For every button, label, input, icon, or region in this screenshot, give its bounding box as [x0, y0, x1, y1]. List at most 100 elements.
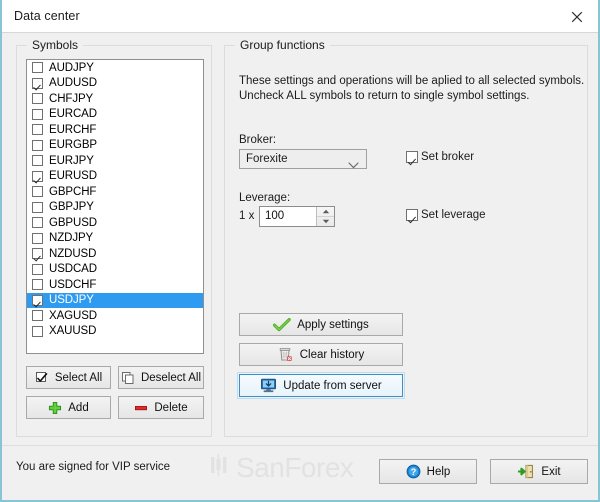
symbol-list-item[interactable]: EURGBP [27, 138, 203, 154]
set-broker-label: Set broker [421, 151, 475, 163]
deselect-all-button[interactable]: Deselect All [118, 366, 204, 389]
green-plus-icon [48, 401, 62, 415]
symbol-list-item[interactable]: EURCHF [27, 122, 203, 138]
group-functions-legend: Group functions [235, 38, 330, 52]
symbol-label: XAUUSD [49, 325, 97, 338]
symbol-label: AUDJPY [49, 61, 94, 74]
symbol-list-item[interactable]: USDCHF [27, 277, 203, 293]
symbol-checkbox[interactable] [32, 310, 43, 322]
symbols-panel: Symbols AUDJPY AUDUSD CHFJPY EURCAD EURCHF EU… [16, 38, 212, 437]
symbol-list-item[interactable]: GBPCHF [27, 184, 203, 200]
exit-button[interactable]: Exit [490, 459, 588, 484]
symbol-checkbox[interactable] [32, 294, 43, 306]
exit-door-icon [517, 464, 535, 479]
broker-select[interactable]: Forexite [239, 149, 367, 169]
clear-history-button[interactable]: Clear history [239, 343, 403, 366]
apply-settings-label: Apply settings [297, 318, 369, 331]
help-button[interactable]: ? Help [379, 459, 477, 484]
symbol-label: EURCHF [49, 123, 97, 136]
symbol-label: EURCAD [49, 108, 97, 121]
help-label: Help [426, 465, 451, 478]
symbol-list-item[interactable]: EURUSD [27, 169, 203, 185]
symbol-checkbox[interactable] [32, 201, 43, 213]
symbol-checkbox[interactable] [32, 325, 43, 337]
set-leverage-label: Set leverage [421, 209, 486, 221]
symbol-label: CHFJPY [49, 92, 94, 105]
symbols-panel-legend: Symbols [27, 38, 84, 52]
broker-selected-value: Forexite [246, 153, 288, 165]
apply-settings-button[interactable]: Apply settings [239, 313, 403, 336]
set-broker-checkbox[interactable]: Set broker [406, 151, 474, 163]
set-leverage-checkbox-box [406, 209, 418, 221]
checkbox-checked-icon [35, 371, 49, 385]
symbol-list-item[interactable]: XAUUSD [27, 324, 203, 340]
symbol-list-item[interactable]: USDJPY [27, 292, 203, 308]
symbol-checkbox[interactable] [32, 263, 43, 275]
symbol-label: USDCAD [49, 263, 97, 276]
description-line-2: Uncheck ALL symbols to return to single … [239, 90, 530, 102]
symbol-checkbox[interactable] [32, 124, 43, 136]
leverage-value: 100 [265, 210, 285, 222]
leverage-stepper[interactable]: 100 [259, 206, 335, 227]
caret-up-icon[interactable] [317, 207, 334, 217]
symbol-list-item[interactable]: USDCAD [27, 262, 203, 278]
symbol-list-item[interactable]: XAGUSD [27, 308, 203, 324]
symbol-checkbox[interactable] [32, 186, 43, 198]
symbol-label: NZDUSD [49, 247, 97, 260]
symbol-label: AUDUSD [49, 77, 97, 90]
add-button[interactable]: Add [26, 396, 111, 419]
symbol-checkbox[interactable] [32, 232, 43, 244]
svg-text:?: ? [410, 467, 416, 477]
symbol-label: EURUSD [49, 170, 97, 183]
monitor-download-icon [260, 378, 277, 393]
clear-history-label: Clear history [299, 348, 365, 361]
broker-label: Broker: [239, 134, 277, 146]
update-from-server-button[interactable]: Update from server [237, 372, 405, 399]
select-all-label: Select All [54, 371, 103, 384]
set-leverage-checkbox[interactable]: Set leverage [406, 209, 486, 221]
add-label: Add [68, 401, 89, 414]
symbol-checkbox[interactable] [32, 108, 43, 120]
symbol-list[interactable]: AUDJPY AUDUSD CHFJPY EURCAD EURCHF EURGBP EURJ… [26, 59, 204, 354]
symbol-checkbox[interactable] [32, 93, 43, 105]
select-all-button[interactable]: Select All [26, 366, 111, 389]
symbol-checkbox[interactable] [32, 170, 43, 182]
symbol-list-item[interactable]: EURCAD [27, 107, 203, 123]
trash-bin-icon [278, 347, 294, 362]
symbol-checkbox[interactable] [32, 155, 43, 167]
copy-pages-icon [121, 371, 135, 385]
question-circle-icon: ? [406, 464, 421, 479]
window-title: Data center [14, 9, 80, 23]
symbol-checkbox[interactable] [32, 248, 43, 260]
symbol-label: GBPJPY [49, 201, 94, 214]
delete-label: Delete [154, 401, 188, 414]
symbol-list-item[interactable]: GBPJPY [27, 200, 203, 216]
symbol-list-item[interactable]: NZDUSD [27, 246, 203, 262]
status-message: You are signed for VIP service [16, 461, 171, 473]
symbol-list-item[interactable]: AUDJPY [27, 60, 203, 76]
symbol-checkbox[interactable] [32, 279, 43, 291]
exit-label: Exit [541, 465, 561, 478]
symbol-list-item[interactable]: NZDJPY [27, 231, 203, 247]
symbol-label: GBPUSD [49, 216, 97, 229]
caret-down-icon[interactable] [317, 217, 334, 226]
symbol-label: USDCHF [49, 278, 97, 291]
symbol-list-item[interactable]: EURJPY [27, 153, 203, 169]
symbol-list-item[interactable]: AUDUSD [27, 76, 203, 92]
leverage-prefix-label: 1 x [239, 210, 255, 222]
symbol-label: XAGUSD [49, 309, 97, 322]
symbol-checkbox[interactable] [32, 77, 43, 89]
symbol-checkbox[interactable] [32, 217, 43, 229]
symbol-list-item[interactable]: GBPUSD [27, 215, 203, 231]
symbol-checkbox[interactable] [32, 62, 43, 74]
close-icon[interactable] [560, 4, 594, 29]
symbol-list-item[interactable]: CHFJPY [27, 91, 203, 107]
leverage-label: Leverage: [239, 192, 291, 204]
group-functions-panel: Group functions These settings and opera… [224, 38, 588, 437]
symbol-label: NZDJPY [49, 232, 94, 245]
symbol-checkbox[interactable] [32, 139, 43, 151]
set-broker-checkbox-box [406, 151, 418, 163]
symbol-label: EURGBP [49, 139, 97, 152]
delete-button[interactable]: Delete [118, 396, 204, 419]
title-bar: Data center [2, 0, 598, 33]
